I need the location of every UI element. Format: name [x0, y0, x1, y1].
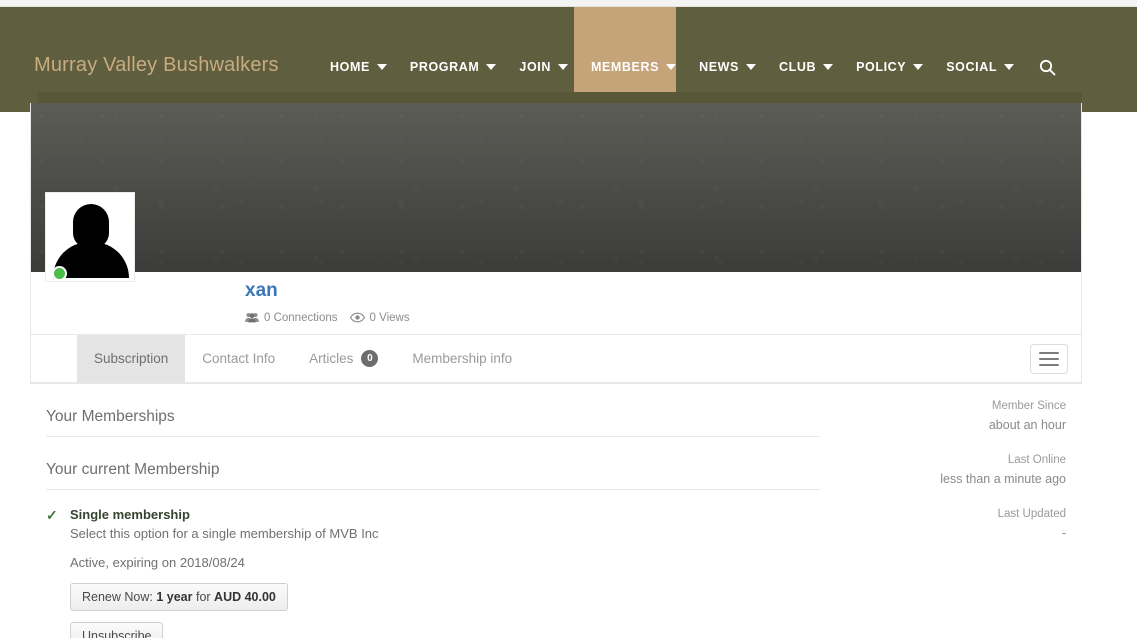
- avatar[interactable]: [45, 192, 135, 282]
- main-navigation: HOME PROGRAM JOIN MEMBERS NEWS CLUB POLI…: [330, 55, 1056, 79]
- connections-icon: [245, 313, 259, 323]
- membership-title-row: ✓ Single membership: [46, 506, 820, 525]
- chevron-down-icon: [823, 64, 834, 70]
- views-eye-icon: [349, 312, 365, 323]
- nav-item-members-label: MEMBERS: [590, 60, 660, 74]
- tab-membership-info[interactable]: Membership info: [395, 335, 529, 382]
- profile-card: xan 0 Connections 0 Views Subscription C…: [30, 103, 1082, 384]
- profile-cover-photo: [31, 103, 1081, 272]
- profile-stat-connections[interactable]: 0 Connections: [245, 312, 338, 324]
- hamburger-line: [1039, 357, 1059, 360]
- profile-stats: 0 Connections 0 Views: [245, 312, 422, 324]
- renew-term: 1 year: [156, 589, 193, 604]
- sidebar-column: Member Since about an hour Last Online l…: [820, 400, 1082, 638]
- membership-item: ✓ Single membership Select this option f…: [46, 502, 820, 638]
- nav-item-social-label: SOCIAL: [946, 60, 998, 74]
- online-status-indicator: [52, 266, 67, 281]
- profile-stat-views: 0 Views: [349, 311, 410, 324]
- last-updated-value: -: [1061, 526, 1066, 540]
- site-header: Murray Valley Bushwalkers HOME PROGRAM J…: [0, 7, 1137, 112]
- chevron-down-icon: [666, 64, 677, 70]
- check-mark-icon: ✓: [46, 507, 58, 523]
- nav-item-join[interactable]: JOIN: [519, 60, 568, 74]
- unsubscribe-actions: Unsubscribe: [70, 621, 820, 638]
- nav-item-news[interactable]: NEWS: [699, 60, 756, 74]
- renew-prefix: Renew Now:: [82, 589, 157, 604]
- tab-contact-info[interactable]: Contact Info: [185, 335, 292, 382]
- site-brand-title[interactable]: Murray Valley Bushwalkers: [34, 54, 279, 77]
- profile-identity-bar: xan 0 Connections 0 Views: [31, 192, 1081, 335]
- nav-item-news-label: NEWS: [699, 60, 739, 74]
- chevron-down-icon: [913, 64, 924, 70]
- renew-middle: for: [192, 589, 215, 604]
- member-since-value: about an hour: [988, 418, 1066, 432]
- last-online-value: less than a minute ago: [940, 472, 1066, 486]
- current-membership-heading: Your current Membership: [46, 453, 820, 490]
- chevron-down-icon: [486, 64, 497, 70]
- tab-membership-info-label: Membership info: [412, 351, 513, 366]
- chevron-down-icon: [1004, 64, 1015, 70]
- hamburger-line: [1039, 351, 1059, 354]
- profile-identity-text: xan 0 Connections 0 Views: [245, 280, 422, 324]
- tab-articles-count-badge: 0: [361, 350, 379, 367]
- nav-item-policy-label: POLICY: [856, 60, 907, 74]
- tab-articles-label: Articles: [309, 351, 354, 366]
- hamburger-menu-icon[interactable]: [1030, 343, 1068, 374]
- nav-item-home-label: HOME: [330, 60, 370, 74]
- chevron-down-icon: [557, 64, 568, 70]
- membership-title: Single membership: [70, 507, 190, 522]
- renew-price: AUD 40.00: [214, 589, 276, 604]
- chevron-down-icon: [376, 64, 387, 70]
- page-content: Your Memberships Your current Membership…: [30, 400, 1082, 638]
- chevron-down-icon: [745, 64, 756, 70]
- profile-stat-connections-label: 0 Connections: [264, 311, 338, 324]
- nav-item-members[interactable]: MEMBERS: [590, 60, 677, 74]
- nav-item-policy[interactable]: POLICY: [856, 60, 924, 74]
- renew-now-button[interactable]: Renew Now: 1 year for AUD 40.00: [70, 582, 288, 611]
- nav-item-join-label: JOIN: [519, 60, 551, 74]
- hamburger-line: [1039, 363, 1059, 366]
- nav-item-social[interactable]: SOCIAL: [946, 60, 1015, 74]
- nav-item-club-label: CLUB: [778, 60, 817, 74]
- search-icon[interactable]: [1039, 59, 1056, 76]
- profile-display-name[interactable]: xan: [245, 280, 422, 302]
- profile-stat-views-label: 0 Views: [369, 311, 410, 324]
- nav-item-club[interactable]: CLUB: [778, 60, 834, 74]
- member-since-label: Member Since: [991, 400, 1066, 412]
- membership-actions: Renew Now: 1 year for AUD 40.00: [70, 582, 820, 611]
- nav-item-program[interactable]: PROGRAM: [409, 60, 497, 74]
- your-memberships-heading: Your Memberships: [46, 400, 820, 437]
- last-online-label: Last Online: [1007, 454, 1066, 466]
- tab-subscription[interactable]: Subscription: [77, 335, 186, 382]
- tab-articles[interactable]: Articles 0: [292, 335, 395, 382]
- profile-tabbar: Subscription Contact Info Articles 0 Mem…: [31, 335, 1081, 383]
- tab-contact-info-label: Contact Info: [202, 351, 276, 366]
- membership-status: Active, expiring on 2018/08/24: [70, 554, 245, 570]
- main-column: Your Memberships Your current Membership…: [30, 400, 820, 638]
- page-root: Murray Valley Bushwalkers HOME PROGRAM J…: [0, 0, 1137, 638]
- nav-item-home[interactable]: HOME: [330, 60, 387, 74]
- unsubscribe-button[interactable]: Unsubscribe: [70, 621, 164, 638]
- tab-subscription-label: Subscription: [94, 351, 169, 366]
- browser-top-strip: [0, 0, 1137, 7]
- tabbar-actions: [1030, 343, 1068, 374]
- nav-item-program-label: PROGRAM: [409, 60, 480, 74]
- membership-description: Select this option for a single membersh…: [70, 525, 379, 541]
- last-updated-label: Last Updated: [997, 508, 1066, 520]
